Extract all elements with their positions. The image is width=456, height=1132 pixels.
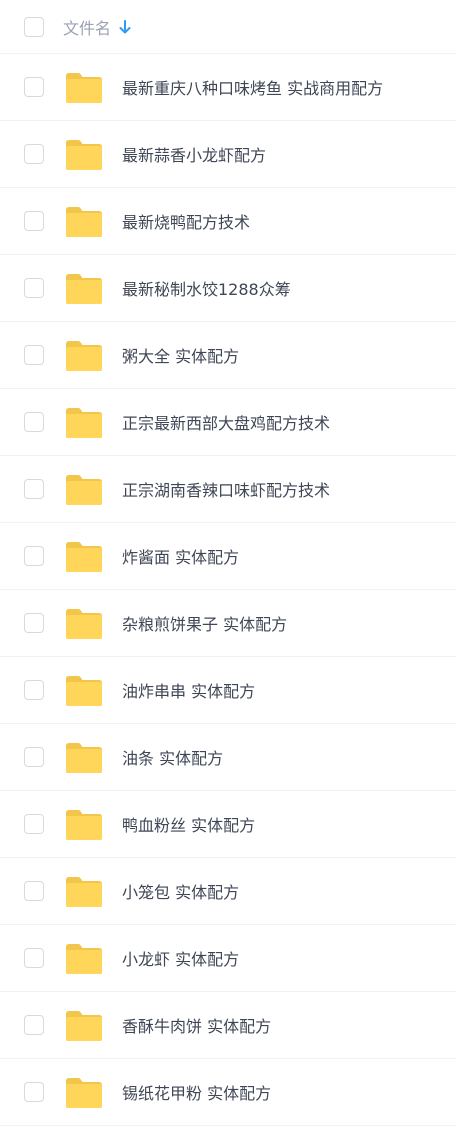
folder-icon xyxy=(64,941,104,975)
folder-icon xyxy=(64,472,104,506)
file-row[interactable]: 杂粮煎饼果子 实体配方 xyxy=(0,590,456,657)
file-name[interactable]: 最新烧鸭配方技术 xyxy=(122,209,250,233)
file-row[interactable]: 炸酱面 实体配方 xyxy=(0,523,456,590)
select-all-checkbox[interactable] xyxy=(24,16,44,37)
row-checkbox[interactable] xyxy=(24,747,44,767)
file-name[interactable]: 最新秘制水饺1288众筹 xyxy=(122,276,291,300)
file-name[interactable]: 小笼包 实体配方 xyxy=(122,879,239,903)
file-row[interactable]: 香酥牛肉饼 实体配方 xyxy=(0,992,456,1059)
folder-icon xyxy=(64,271,104,305)
file-name[interactable]: 鸭血粉丝 实体配方 xyxy=(122,812,255,836)
folder-icon xyxy=(64,673,104,707)
file-name[interactable]: 杂粮煎饼果子 实体配方 xyxy=(122,611,287,635)
file-name[interactable]: 香酥牛肉饼 实体配方 xyxy=(122,1013,271,1037)
folder-icon xyxy=(64,606,104,640)
file-name[interactable]: 最新蒜香小龙虾配方 xyxy=(122,142,266,166)
file-row[interactable]: 小龙虾 实体配方 xyxy=(0,925,456,992)
file-row[interactable]: 鸭血粉丝 实体配方 xyxy=(0,791,456,858)
column-header-label: 文件名 xyxy=(63,18,112,38)
row-checkbox[interactable] xyxy=(24,546,44,566)
file-name[interactable]: 正宗湖南香辣口味虾配方技术 xyxy=(122,477,330,501)
file-name[interactable]: 正宗最新西部大盘鸡配方技术 xyxy=(122,410,330,434)
file-rows: 最新重庆八种口味烤鱼 实战商用配方 最新蒜香小龙虾配方 最新烧鸭配方技术最新秘制水饺… xyxy=(0,54,456,1126)
folder-icon xyxy=(64,70,104,104)
row-checkbox[interactable] xyxy=(24,1015,44,1035)
file-name[interactable]: 锡纸花甲粉 实体配方 xyxy=(122,1080,271,1104)
row-checkbox[interactable] xyxy=(24,1082,44,1102)
folder-icon xyxy=(64,874,104,908)
file-row[interactable]: 锡纸花甲粉 实体配方 xyxy=(0,1059,456,1126)
file-row[interactable]: 最新秘制水饺1288众筹 xyxy=(0,255,456,322)
file-name[interactable]: 最新重庆八种口味烤鱼 实战商用配方 xyxy=(122,75,383,99)
folder-icon xyxy=(64,338,104,372)
folder-icon xyxy=(64,1075,104,1109)
file-row[interactable]: 正宗湖南香辣口味虾配方技术 xyxy=(0,456,456,523)
file-row[interactable]: 粥大全 实体配方 xyxy=(0,322,456,389)
folder-icon xyxy=(64,204,104,238)
file-row[interactable]: 最新重庆八种口味烤鱼 实战商用配方 xyxy=(0,54,456,121)
arrow-down-icon[interactable] xyxy=(119,19,131,34)
row-checkbox[interactable] xyxy=(24,412,44,432)
row-checkbox[interactable] xyxy=(24,881,44,901)
row-checkbox[interactable] xyxy=(24,680,44,700)
file-row[interactable]: 最新蒜香小龙虾配方 xyxy=(0,121,456,188)
row-checkbox[interactable] xyxy=(24,77,44,97)
column-header-filename[interactable]: 文件名 xyxy=(63,15,131,39)
file-name[interactable]: 粥大全 实体配方 xyxy=(122,343,239,367)
folder-icon xyxy=(64,539,104,573)
file-name[interactable]: 炸酱面 实体配方 xyxy=(122,544,239,568)
folder-icon xyxy=(64,137,104,171)
row-checkbox[interactable] xyxy=(24,144,44,164)
folder-icon xyxy=(64,807,104,841)
folder-icon xyxy=(64,740,104,774)
row-checkbox[interactable] xyxy=(24,948,44,968)
file-name[interactable]: 油炸串串 实体配方 xyxy=(122,678,255,702)
row-checkbox[interactable] xyxy=(24,814,44,834)
file-list: 文件名 最新重庆八种口味烤鱼 实战商用配方 最新蒜香小龙虾配方 最新烧鸭配方技术 最新… xyxy=(0,0,456,1126)
row-checkbox[interactable] xyxy=(24,211,44,231)
file-list-header: 文件名 xyxy=(0,0,456,54)
file-row[interactable]: 油条 实体配方 xyxy=(0,724,456,791)
file-row[interactable]: 油炸串串 实体配方 xyxy=(0,657,456,724)
row-checkbox[interactable] xyxy=(24,479,44,499)
file-row[interactable]: 小笼包 实体配方 xyxy=(0,858,456,925)
file-name[interactable]: 油条 实体配方 xyxy=(122,745,223,769)
row-checkbox[interactable] xyxy=(24,345,44,365)
file-name[interactable]: 小龙虾 实体配方 xyxy=(122,946,239,970)
row-checkbox[interactable] xyxy=(24,613,44,633)
file-row[interactable]: 最新烧鸭配方技术 xyxy=(0,188,456,255)
folder-icon xyxy=(64,405,104,439)
folder-icon xyxy=(64,1008,104,1042)
file-row[interactable]: 正宗最新西部大盘鸡配方技术 xyxy=(0,389,456,456)
row-checkbox[interactable] xyxy=(24,278,44,298)
